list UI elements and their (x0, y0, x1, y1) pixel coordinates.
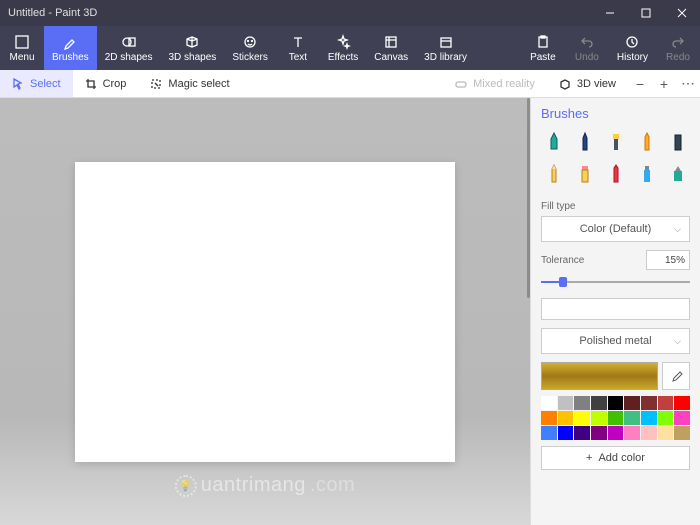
redo-button[interactable]: Redo (656, 26, 700, 70)
color-swatch[interactable] (541, 426, 557, 440)
brush-pixel[interactable] (665, 129, 690, 155)
close-button[interactable] (664, 0, 700, 26)
tolerance-slider[interactable] (541, 274, 690, 290)
color-swatch[interactable] (608, 396, 624, 410)
color-swatch[interactable] (658, 426, 674, 440)
brush-watercolor[interactable] (634, 129, 659, 155)
fill-type-dropdown[interactable]: Color (Default)⌵ (541, 216, 690, 242)
crop-tool[interactable]: Crop (73, 70, 139, 97)
select-tool[interactable]: Select (0, 70, 73, 97)
brush-calligraphy[interactable] (572, 129, 597, 155)
color-swatch[interactable] (608, 426, 624, 440)
tab-brushes[interactable]: Brushes (44, 26, 97, 70)
brush-eraser[interactable] (572, 161, 597, 187)
color-swatch[interactable] (641, 426, 657, 440)
brush-crayon[interactable] (603, 161, 628, 187)
app-title: Untitled - Paint 3D (8, 7, 97, 19)
color-swatch[interactable] (541, 411, 557, 425)
color-swatch[interactable] (624, 396, 640, 410)
tolerance-value[interactable]: 15% (646, 250, 690, 270)
history-button[interactable]: History (609, 26, 656, 70)
more-button[interactable]: ⋯ (676, 75, 700, 92)
color-swatch[interactable] (591, 396, 607, 410)
color-swatch[interactable] (591, 426, 607, 440)
tab-canvas[interactable]: Canvas (366, 26, 416, 70)
watermark: 💡 uantrimang.com (175, 474, 355, 497)
color-swatch[interactable] (624, 426, 640, 440)
color-swatch[interactable] (674, 411, 690, 425)
tab-stickers[interactable]: Stickers (224, 26, 276, 70)
subtoolbar: Select Crop Magic select Mixed reality 3… (0, 70, 700, 98)
color-swatch[interactable] (658, 396, 674, 410)
brush-pencil[interactable] (541, 161, 566, 187)
fill-type-label: Fill type (541, 201, 690, 212)
tab-3d-library[interactable]: 3D library (416, 26, 475, 70)
color-swatch[interactable] (574, 426, 590, 440)
side-panel-title: Brushes (541, 106, 690, 121)
material-dropdown[interactable]: Polished metal⌵ (541, 328, 690, 354)
opacity-box[interactable] (541, 298, 690, 320)
color-swatch[interactable] (641, 411, 657, 425)
color-swatch[interactable] (624, 411, 640, 425)
plus-icon: + (586, 452, 592, 464)
zoom-in-button[interactable]: + (652, 76, 676, 92)
tab-effects[interactable]: Effects (320, 26, 366, 70)
zoom-out-button[interactable]: − (628, 76, 652, 92)
mixed-reality-button: Mixed reality (443, 70, 547, 97)
minimize-button[interactable] (592, 0, 628, 26)
color-palette (541, 396, 690, 440)
add-color-button[interactable]: + Add color (541, 446, 690, 470)
3d-view-button[interactable]: 3D view (547, 70, 628, 97)
color-swatch[interactable] (558, 426, 574, 440)
scrollbar[interactable] (527, 98, 530, 298)
canvas[interactable] (75, 162, 455, 462)
eyedropper-button[interactable] (662, 362, 690, 390)
color-swatch[interactable] (674, 396, 690, 410)
tab-text[interactable]: Text (276, 26, 320, 70)
tab-2d-shapes[interactable]: 2D shapes (97, 26, 161, 70)
side-panel: Brushes Fill type Color (Default)⌵ Toler… (530, 98, 700, 525)
undo-button[interactable]: Undo (565, 26, 609, 70)
current-color-swatch[interactable] (541, 362, 658, 390)
brush-spray[interactable] (634, 161, 659, 187)
brush-fill[interactable] (665, 161, 690, 187)
color-swatch[interactable] (558, 396, 574, 410)
color-swatch[interactable] (591, 411, 607, 425)
color-swatch[interactable] (641, 396, 657, 410)
color-swatch[interactable] (574, 396, 590, 410)
color-swatch[interactable] (658, 411, 674, 425)
color-swatch[interactable] (558, 411, 574, 425)
canvas-area[interactable]: 💡 uantrimang.com (0, 98, 530, 525)
magic-select-tool[interactable]: Magic select (138, 70, 241, 97)
color-swatch[interactable] (674, 426, 690, 440)
chevron-down-icon: ⌵ (674, 224, 681, 235)
color-swatch[interactable] (608, 411, 624, 425)
tab-3d-shapes[interactable]: 3D shapes (161, 26, 225, 70)
brush-oil[interactable] (603, 129, 628, 155)
brush-grid (541, 129, 690, 187)
chevron-down-icon: ⌵ (674, 336, 681, 347)
paste-button[interactable]: Paste (521, 26, 565, 70)
bulb-icon: 💡 (175, 475, 197, 497)
brush-marker[interactable] (541, 129, 566, 155)
tolerance-label: Tolerance (541, 255, 584, 266)
maximize-button[interactable] (628, 0, 664, 26)
titlebar: Untitled - Paint 3D (0, 0, 700, 26)
ribbon: Menu Brushes 2D shapes 3D shapes Sticker… (0, 26, 700, 70)
color-swatch[interactable] (574, 411, 590, 425)
color-swatch[interactable] (541, 396, 557, 410)
menu-button[interactable]: Menu (0, 26, 44, 70)
